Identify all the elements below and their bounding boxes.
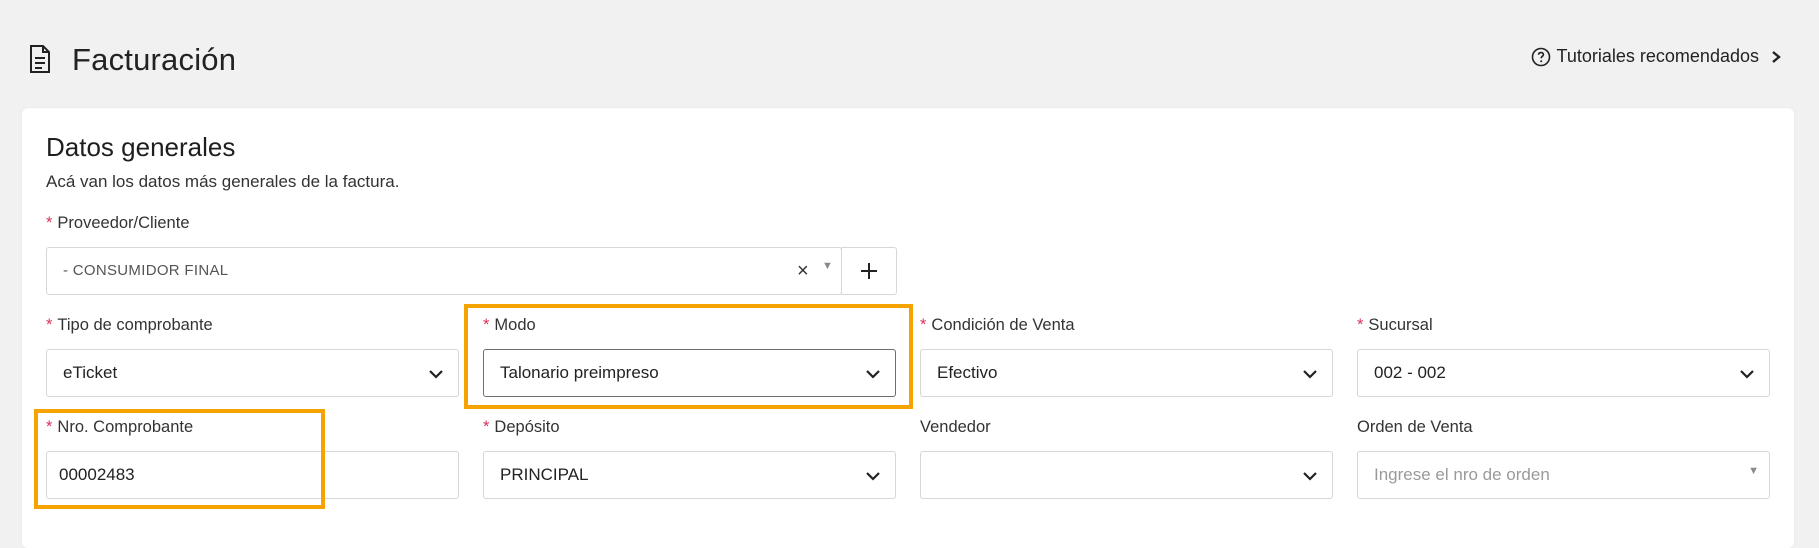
- chevron-down-icon: [866, 472, 880, 481]
- condicion-venta-field: * Condición de Venta Efectivo: [920, 314, 1333, 404]
- required-mark: *: [920, 316, 927, 334]
- plus-icon: [861, 263, 877, 279]
- orden-venta-field: Orden de Venta Ingrese el nro de orden ▼: [1357, 416, 1770, 506]
- deposito-field: * Depósito PRINCIPAL: [483, 416, 896, 506]
- sucursal-select[interactable]: 002 - 002: [1357, 349, 1770, 397]
- chevron-right-icon: [1772, 50, 1781, 63]
- general-data-card: Datos generales Acá van los datos más ge…: [22, 108, 1794, 548]
- section-subtitle: Acá van los datos más generales de la fa…: [46, 172, 400, 191]
- chevron-down-icon: [1740, 370, 1754, 379]
- required-mark: *: [483, 316, 490, 334]
- chevron-down-icon: [866, 370, 880, 379]
- page-title: Facturación: [72, 42, 237, 77]
- chevron-down-icon: [429, 370, 443, 379]
- condicion-venta-value: Efectivo: [937, 363, 998, 382]
- section-title: Datos generales: [46, 132, 236, 162]
- document-icon: [30, 45, 50, 73]
- client-label: * Proveedor/Cliente: [46, 214, 190, 232]
- caret-down-icon: ▼: [1748, 465, 1759, 477]
- required-mark: *: [1357, 316, 1364, 334]
- vendedor-select[interactable]: [920, 451, 1333, 499]
- deposito-label: * Depósito: [483, 418, 560, 436]
- required-mark: *: [46, 214, 53, 232]
- deposito-select[interactable]: PRINCIPAL: [483, 451, 896, 499]
- vendedor-field: Vendedor: [920, 416, 1333, 506]
- client-select[interactable]: - CONSUMIDOR FINAL × ▼: [46, 247, 842, 295]
- modo-value: Talonario preimpreso: [500, 363, 659, 382]
- help-circle-icon: [1531, 47, 1550, 66]
- page-header: Facturación Tutoriales recomendados: [0, 0, 1819, 108]
- nro-comprobante-value: 00002483: [59, 465, 135, 484]
- tutorials-link[interactable]: Tutoriales recomendados: [1531, 46, 1783, 67]
- orden-venta-select[interactable]: Ingrese el nro de orden ▼: [1357, 451, 1770, 499]
- tipo-comprobante-label: * Tipo de comprobante: [46, 316, 213, 334]
- deposito-value: PRINCIPAL: [500, 465, 589, 484]
- nro-comprobante-label: * Nro. Comprobante: [46, 418, 194, 436]
- modo-select[interactable]: Talonario preimpreso: [483, 349, 896, 397]
- required-mark: *: [483, 418, 490, 436]
- tipo-comprobante-value: eTicket: [63, 363, 118, 382]
- nro-comprobante-field: * Nro. Comprobante 00002483: [46, 416, 459, 506]
- clear-icon[interactable]: ×: [797, 260, 809, 283]
- modo-field: * Modo Talonario preimpreso: [483, 314, 896, 404]
- required-mark: *: [46, 418, 53, 436]
- tipo-comprobante-field: * Tipo de comprobante eTicket: [46, 314, 459, 404]
- modo-label: * Modo: [483, 316, 536, 334]
- orden-venta-placeholder: Ingrese el nro de orden: [1374, 465, 1550, 484]
- nro-comprobante-input[interactable]: 00002483: [46, 451, 459, 499]
- chevron-down-icon: [1303, 472, 1317, 481]
- client-field: * Proveedor/Cliente - CONSUMIDOR FINAL × …: [46, 212, 906, 302]
- sucursal-value: 002 - 002: [1374, 363, 1446, 382]
- sucursal-field: * Sucursal 002 - 002: [1357, 314, 1770, 404]
- condicion-venta-select[interactable]: Efectivo: [920, 349, 1333, 397]
- required-mark: *: [46, 316, 53, 334]
- caret-down-icon: ▼: [822, 260, 833, 272]
- client-value: - CONSUMIDOR FINAL: [63, 262, 229, 279]
- condicion-venta-label: * Condición de Venta: [920, 316, 1075, 334]
- sucursal-label: * Sucursal: [1357, 316, 1433, 334]
- add-client-button[interactable]: [841, 247, 897, 295]
- tipo-comprobante-select[interactable]: eTicket: [46, 349, 459, 397]
- orden-venta-label: Orden de Venta: [1357, 418, 1473, 436]
- chevron-down-icon: [1303, 370, 1317, 379]
- tutorials-label: Tutoriales recomendados: [1556, 46, 1759, 66]
- vendedor-label: Vendedor: [920, 418, 991, 436]
